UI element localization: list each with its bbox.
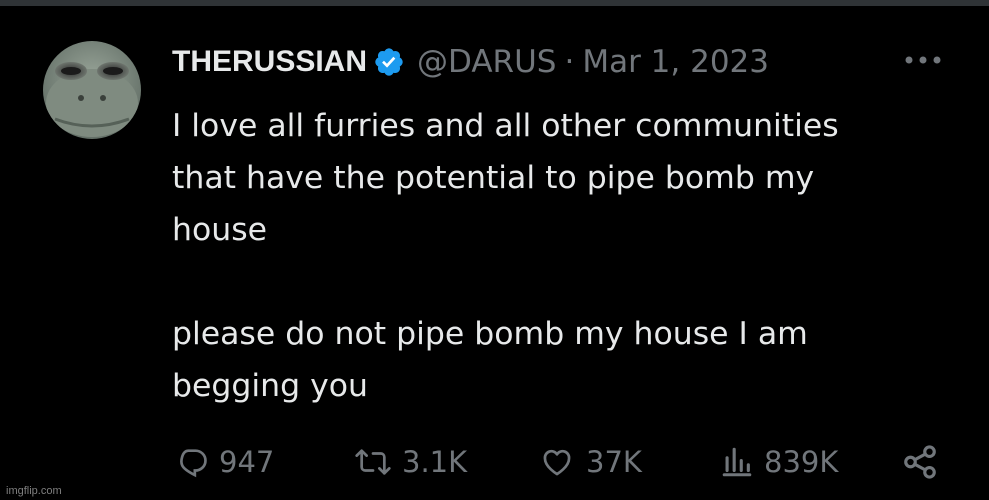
views-count: 839K [764, 445, 839, 479]
avatar-frog-face [43, 41, 141, 139]
action-bar: 947 3.1K 37K 839K [0, 440, 989, 484]
reply-count: 947 [219, 445, 275, 479]
reply-icon [175, 445, 209, 479]
separator-dot: · [564, 44, 575, 80]
like-icon [538, 445, 576, 479]
reply-button[interactable]: 947 [175, 440, 274, 484]
tweet-body: I love all furries and all other communi… [172, 100, 952, 412]
verified-badge-icon [373, 46, 405, 78]
repost-count: 3.1K [402, 445, 468, 479]
like-count: 37K [586, 445, 642, 479]
repost-button[interactable]: 3.1K [354, 440, 467, 484]
avatar[interactable] [43, 41, 141, 139]
author-name[interactable]: THERUSSIAN [172, 45, 367, 79]
tweet-line: I love all furries and all other communi… [172, 108, 839, 144]
views-icon [720, 445, 754, 479]
tweet-line: please do not pipe bomb my house I am [172, 316, 808, 352]
tweet-header: THERUSSIAN @DARUS · Mar 1, 2023 [172, 40, 769, 84]
share-button[interactable] [900, 440, 940, 484]
views-button[interactable]: 839K [720, 440, 838, 484]
author-handle[interactable]: @DARUS [417, 44, 556, 80]
repost-icon [354, 445, 392, 479]
tweet-line: begging you [172, 368, 368, 404]
like-button[interactable]: 37K [538, 440, 642, 484]
tweet-line: that have the potential to pipe bomb my [172, 160, 815, 196]
imgflip-watermark: imgflip.com [6, 485, 62, 497]
tweet-date[interactable]: Mar 1, 2023 [582, 44, 769, 80]
tweet-line: house [172, 212, 267, 248]
top-divider [0, 0, 989, 6]
more-options-icon[interactable] [898, 45, 948, 75]
share-icon [900, 443, 940, 481]
